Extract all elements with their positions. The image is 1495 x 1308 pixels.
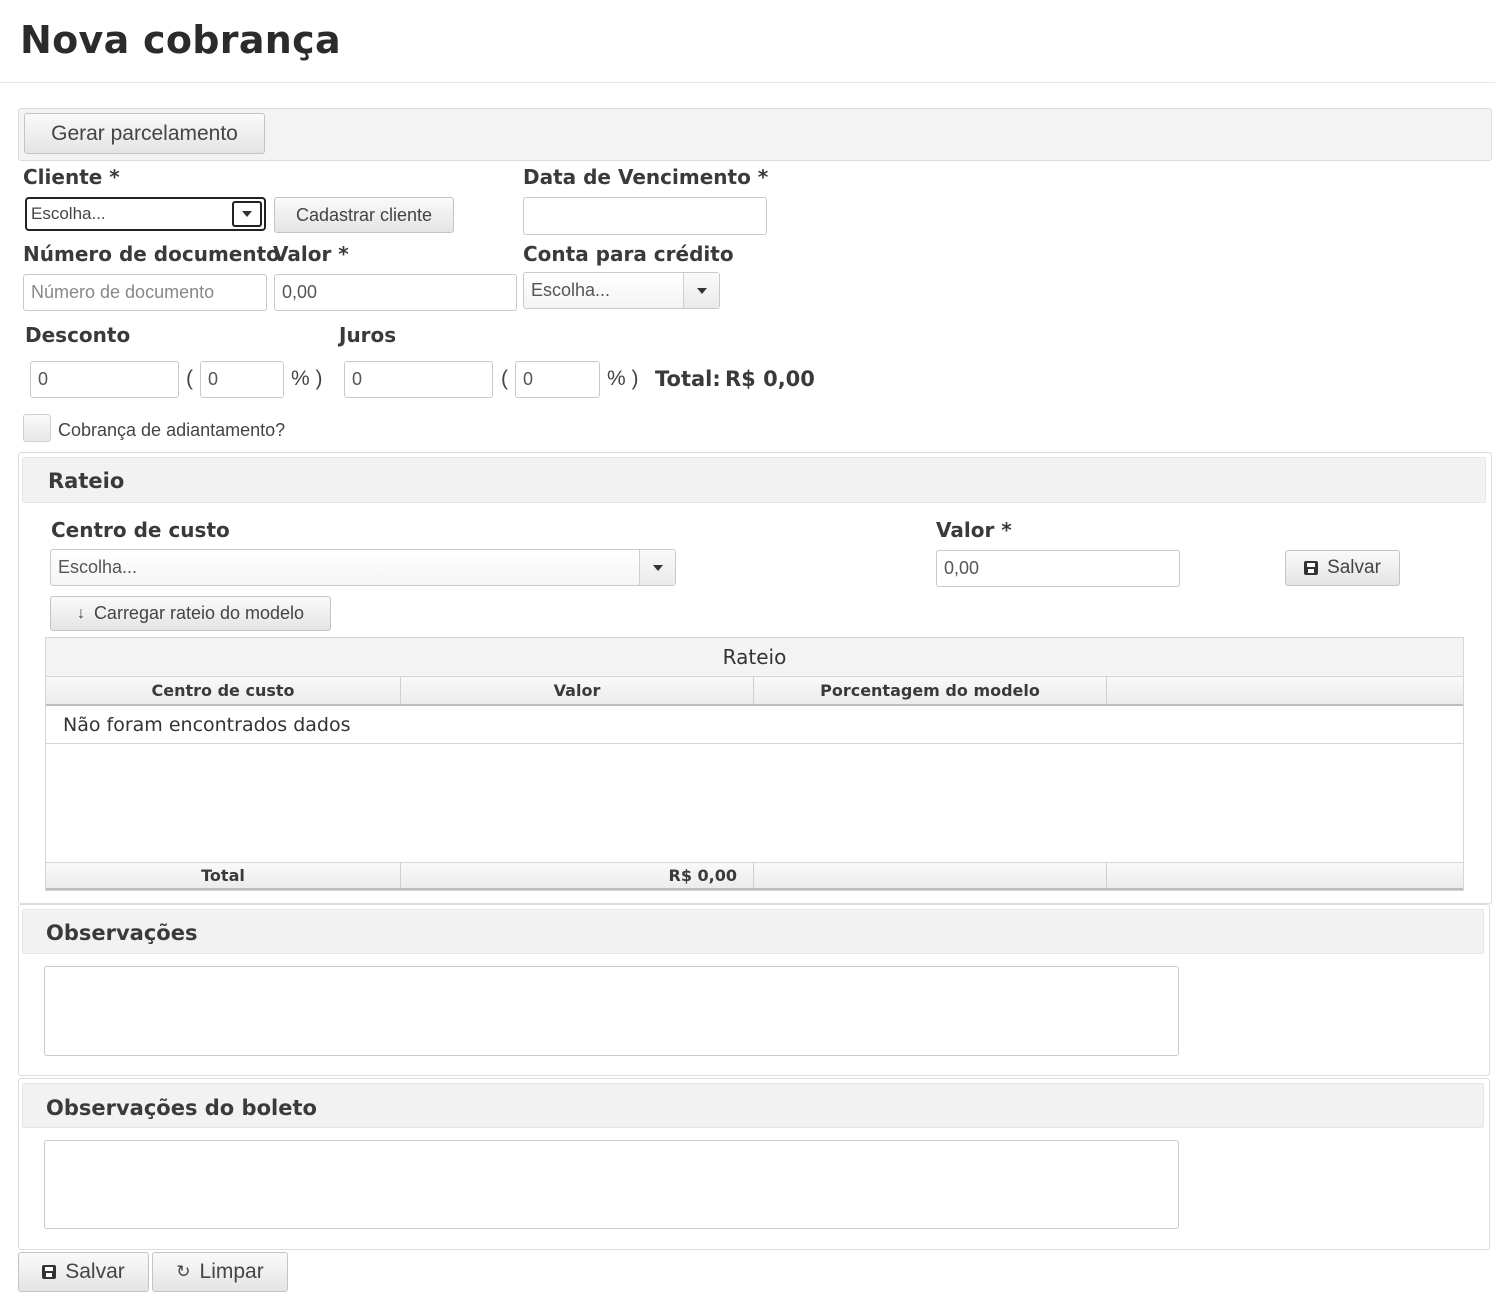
discount-percent-value: 0 <box>208 369 219 389</box>
credit-account-value: Escolha... <box>531 280 611 300</box>
column-header-value[interactable]: Valor <box>401 677 754 704</box>
chevron-down-icon[interactable] <box>683 273 719 308</box>
cliente-select[interactable]: Escolha... <box>25 197 266 231</box>
due-date-input[interactable] <box>523 197 767 235</box>
credit-account-label: Conta para crédito <box>523 242 734 266</box>
notes-panel-header <box>22 909 1484 954</box>
rateio-table: Rateio Centro de custo Valor Porcentagem… <box>45 637 1464 891</box>
rateio-table-empty-message: Não foram encontrados dados <box>63 713 351 736</box>
cost-center-value: Escolha... <box>58 557 138 577</box>
discount-percent-suffix: % ) <box>291 367 323 390</box>
footer-empty-cell <box>754 863 1107 888</box>
column-header-model-percentage[interactable]: Porcentagem do modelo <box>754 677 1107 704</box>
rateio-panel-title: Rateio <box>48 469 125 493</box>
floppy-disk-icon <box>1304 561 1319 575</box>
notes-panel-title: Observações <box>46 921 198 945</box>
rateio-table-header: Centro de custo Valor Porcentagem do mod… <box>46 676 1463 706</box>
title-divider <box>0 82 1495 83</box>
save-label: Salvar <box>65 1260 125 1283</box>
generate-installments-button[interactable]: Gerar parcelamento <box>24 113 265 154</box>
due-date-label: Data de Vencimento * <box>523 165 769 189</box>
save-button[interactable]: Salvar <box>18 1252 149 1292</box>
chevron-down-icon[interactable] <box>232 201 262 227</box>
discount-input[interactable]: 0 <box>30 361 179 398</box>
rateio-valor-label: Valor * <box>936 518 1012 542</box>
interest-percent-suffix: % ) <box>607 367 639 390</box>
interest-percent-input[interactable]: 0 <box>515 361 600 398</box>
valor-input[interactable]: 0,00 <box>274 274 517 311</box>
footer-empty-cell <box>1107 863 1463 888</box>
interest-paren-open: ( <box>501 367 508 390</box>
rateio-panel-header <box>22 457 1486 503</box>
footer-total-label: Total <box>46 863 401 888</box>
credit-account-select[interactable]: Escolha... <box>523 272 720 309</box>
cliente-select-value: Escolha... <box>31 204 106 223</box>
rateio-valor-value: 0,00 <box>944 558 980 578</box>
register-client-label: Cadastrar cliente <box>295 204 433 225</box>
total-label: Total: <box>655 367 721 391</box>
total-value: R$ 0,00 <box>725 367 815 391</box>
document-number-input[interactable]: Número de documento <box>23 274 267 311</box>
cost-center-label: Centro de custo <box>51 518 230 542</box>
rateio-table-caption-bar: Rateio <box>46 638 1463 676</box>
floppy-disk-icon <box>42 1265 57 1279</box>
document-number-label: Número de documento <box>23 242 280 266</box>
interest-value: 0 <box>352 369 363 389</box>
arrow-down-icon: ↓ <box>76 604 85 622</box>
rateio-table-empty-row: Não foram encontrados dados <box>46 706 1463 744</box>
register-client-button[interactable]: Cadastrar cliente <box>274 197 454 233</box>
rateio-save-button[interactable]: Salvar <box>1285 550 1400 586</box>
advance-checkbox[interactable] <box>23 414 51 442</box>
document-number-placeholder: Número de documento <box>31 282 215 302</box>
discount-percent-input[interactable]: 0 <box>200 361 284 398</box>
invoice-notes-panel-title: Observações do boleto <box>46 1096 317 1120</box>
load-model-label: Carregar rateio do modelo <box>93 603 305 623</box>
rateio-valor-input[interactable]: 0,00 <box>936 550 1180 587</box>
advance-checkbox-label: Cobrança de adiantamento? <box>58 420 286 440</box>
valor-label: Valor * <box>273 242 349 266</box>
rateio-table-caption: Rateio <box>722 645 787 669</box>
chevron-down-icon[interactable] <box>639 550 675 585</box>
column-header-actions <box>1107 677 1463 704</box>
notes-textarea[interactable] <box>44 966 1179 1056</box>
interest-percent-value: 0 <box>523 369 534 389</box>
interest-input[interactable]: 0 <box>344 361 493 398</box>
invoice-notes-textarea[interactable] <box>44 1140 1179 1229</box>
generate-installments-label: Gerar parcelamento <box>51 121 238 145</box>
clear-label: Limpar <box>199 1260 264 1283</box>
discount-value: 0 <box>38 369 49 389</box>
column-header-cost-center[interactable]: Centro de custo <box>46 677 401 704</box>
clear-button[interactable]: ↻ Limpar <box>152 1252 288 1292</box>
rateio-table-footer: Total R$ 0,00 <box>46 862 1463 890</box>
load-model-apportionment-button[interactable]: ↓ Carregar rateio do modelo <box>50 596 331 631</box>
discount-paren-open: ( <box>186 367 193 390</box>
page-title: Nova cobrança <box>20 18 341 62</box>
cost-center-select[interactable]: Escolha... <box>50 549 676 586</box>
footer-total-value: R$ 0,00 <box>401 863 754 888</box>
interest-label: Juros <box>339 323 397 347</box>
rateio-save-label: Salvar <box>1327 557 1381 578</box>
valor-value: 0,00 <box>282 282 318 302</box>
refresh-icon: ↻ <box>176 1262 191 1281</box>
discount-label: Desconto <box>25 323 131 347</box>
cliente-label: Cliente * <box>23 165 120 189</box>
